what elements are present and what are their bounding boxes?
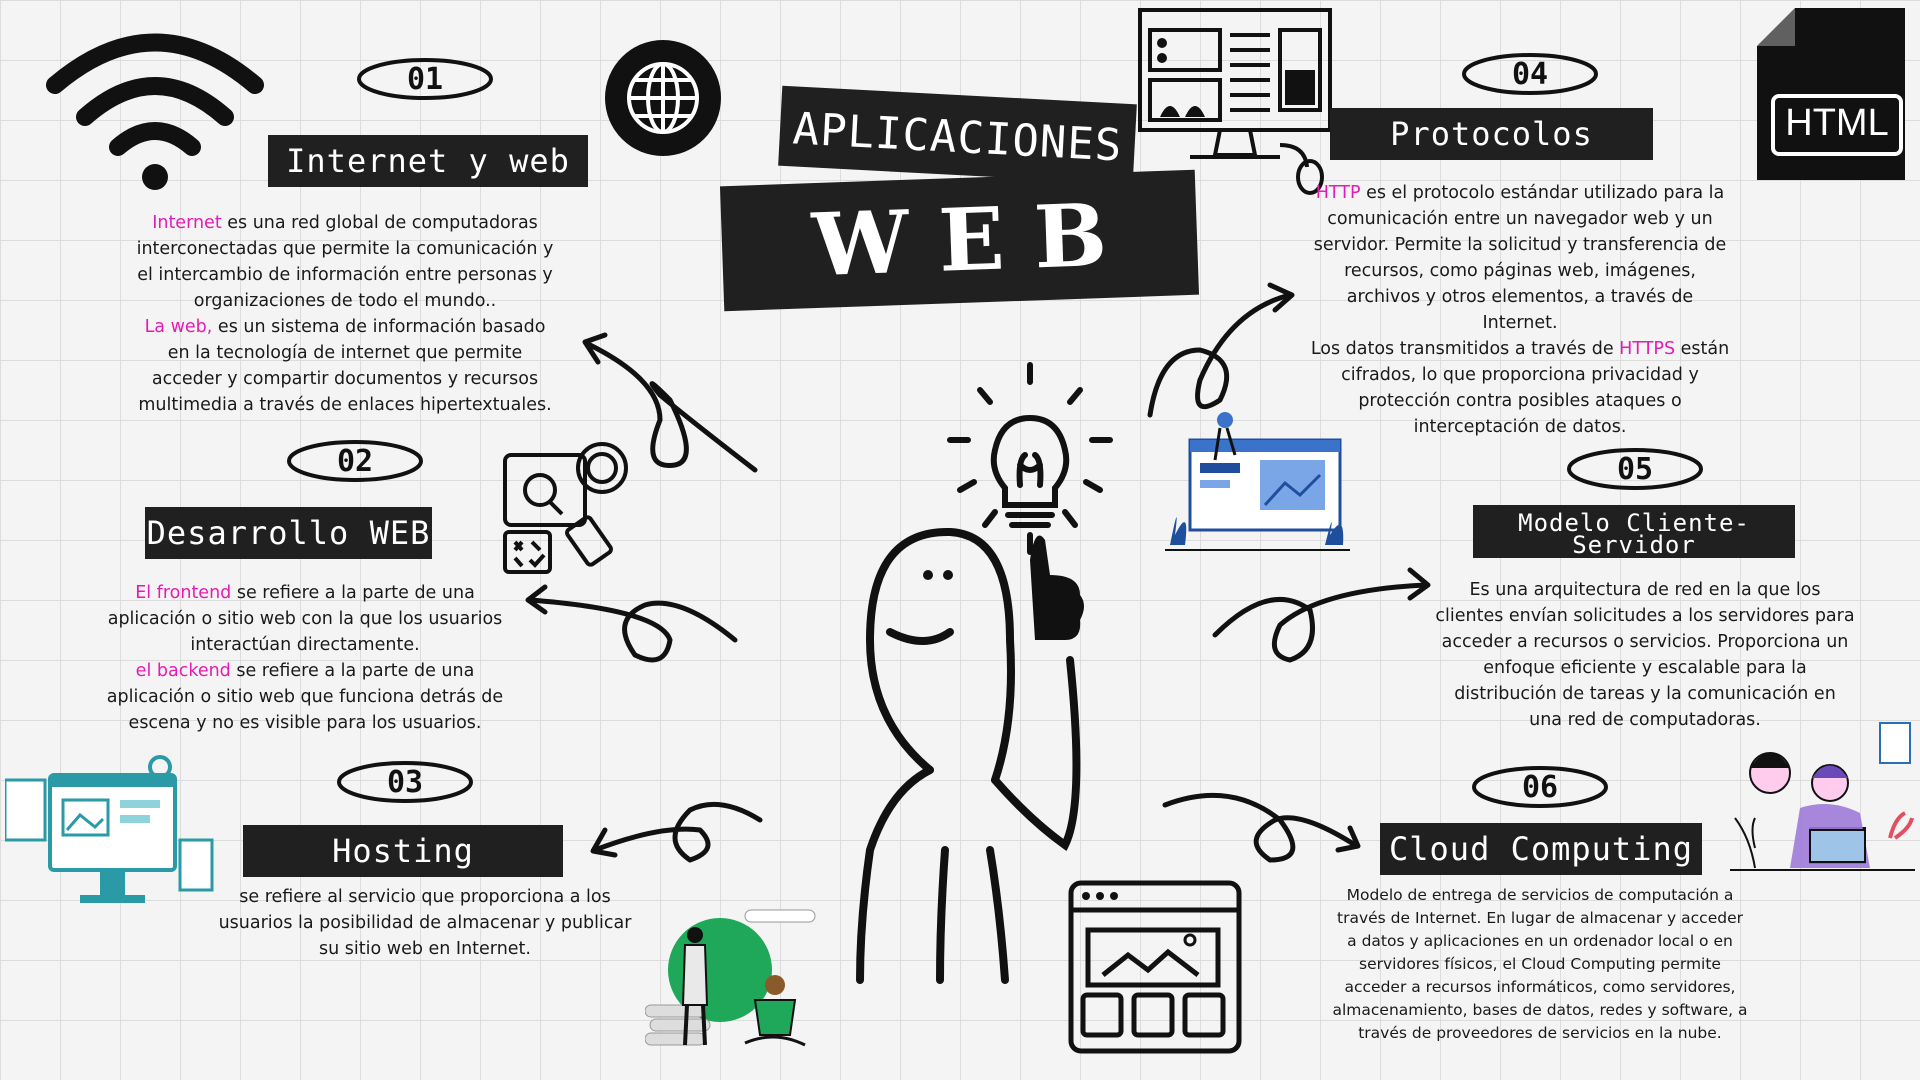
- number-text: 02: [336, 443, 374, 479]
- paragraph-https-pre: Los datos transmitidos a través de: [1310, 339, 1620, 359]
- number-text: 05: [1616, 451, 1654, 487]
- section-text-cloud-computing: Modelo de entrega de servicios de comput…: [1330, 884, 1750, 1045]
- heading-line2: Servidor: [1572, 530, 1696, 559]
- section-number-03: 03: [335, 758, 475, 806]
- paragraph-cliente-servidor: Es una arquitectura de red en la que los…: [1435, 580, 1855, 730]
- number-text: 03: [386, 764, 424, 800]
- number-text: 06: [1521, 769, 1559, 805]
- section-heading-hosting: Hosting: [243, 825, 563, 877]
- section-text-desarrollo-web: El frontend se refiere a la parte de una…: [105, 580, 505, 736]
- section-number-06: 06: [1470, 763, 1610, 811]
- highlight-https: HTTPS: [1619, 339, 1676, 359]
- section-number-05: 05: [1565, 445, 1705, 493]
- section-number-01: 01: [355, 55, 495, 103]
- section-number-02: 02: [285, 437, 425, 485]
- highlight-la-web: La web,: [144, 317, 213, 337]
- section-text-protocolos: HTTP es el protocolo estándar utilizado …: [1310, 180, 1730, 440]
- number-text: 04: [1511, 56, 1549, 92]
- highlight-internet: Internet: [152, 213, 222, 233]
- paragraph-http: es el protocolo estándar utilizado para …: [1313, 183, 1727, 333]
- highlight-http: HTTP: [1315, 183, 1361, 203]
- highlight-frontend: El frontend: [135, 583, 232, 603]
- section-heading-cliente-servidor: Modelo Cliente- Servidor: [1473, 505, 1795, 558]
- section-heading-cloud-computing: Cloud Computing: [1380, 823, 1702, 875]
- section-text-internet-web: Internet es una red global de computador…: [135, 210, 555, 418]
- highlight-backend: el backend: [135, 661, 231, 681]
- section-text-cliente-servidor: Es una arquitectura de red en la que los…: [1435, 577, 1855, 733]
- section-number-04: 04: [1460, 50, 1600, 98]
- section-heading-desarrollo-web: Desarrollo WEB: [145, 507, 432, 559]
- section-text-hosting: se refiere al servicio que proporciona a…: [210, 884, 640, 962]
- paragraph-hosting: se refiere al servicio que proporciona a…: [218, 887, 632, 959]
- section-heading-internet-web: Internet y web: [268, 135, 588, 187]
- section-heading-protocolos: Protocolos: [1330, 108, 1653, 160]
- number-text: 01: [406, 61, 444, 97]
- paragraph-cloud-computing: Modelo de entrega de servicios de comput…: [1332, 886, 1748, 1042]
